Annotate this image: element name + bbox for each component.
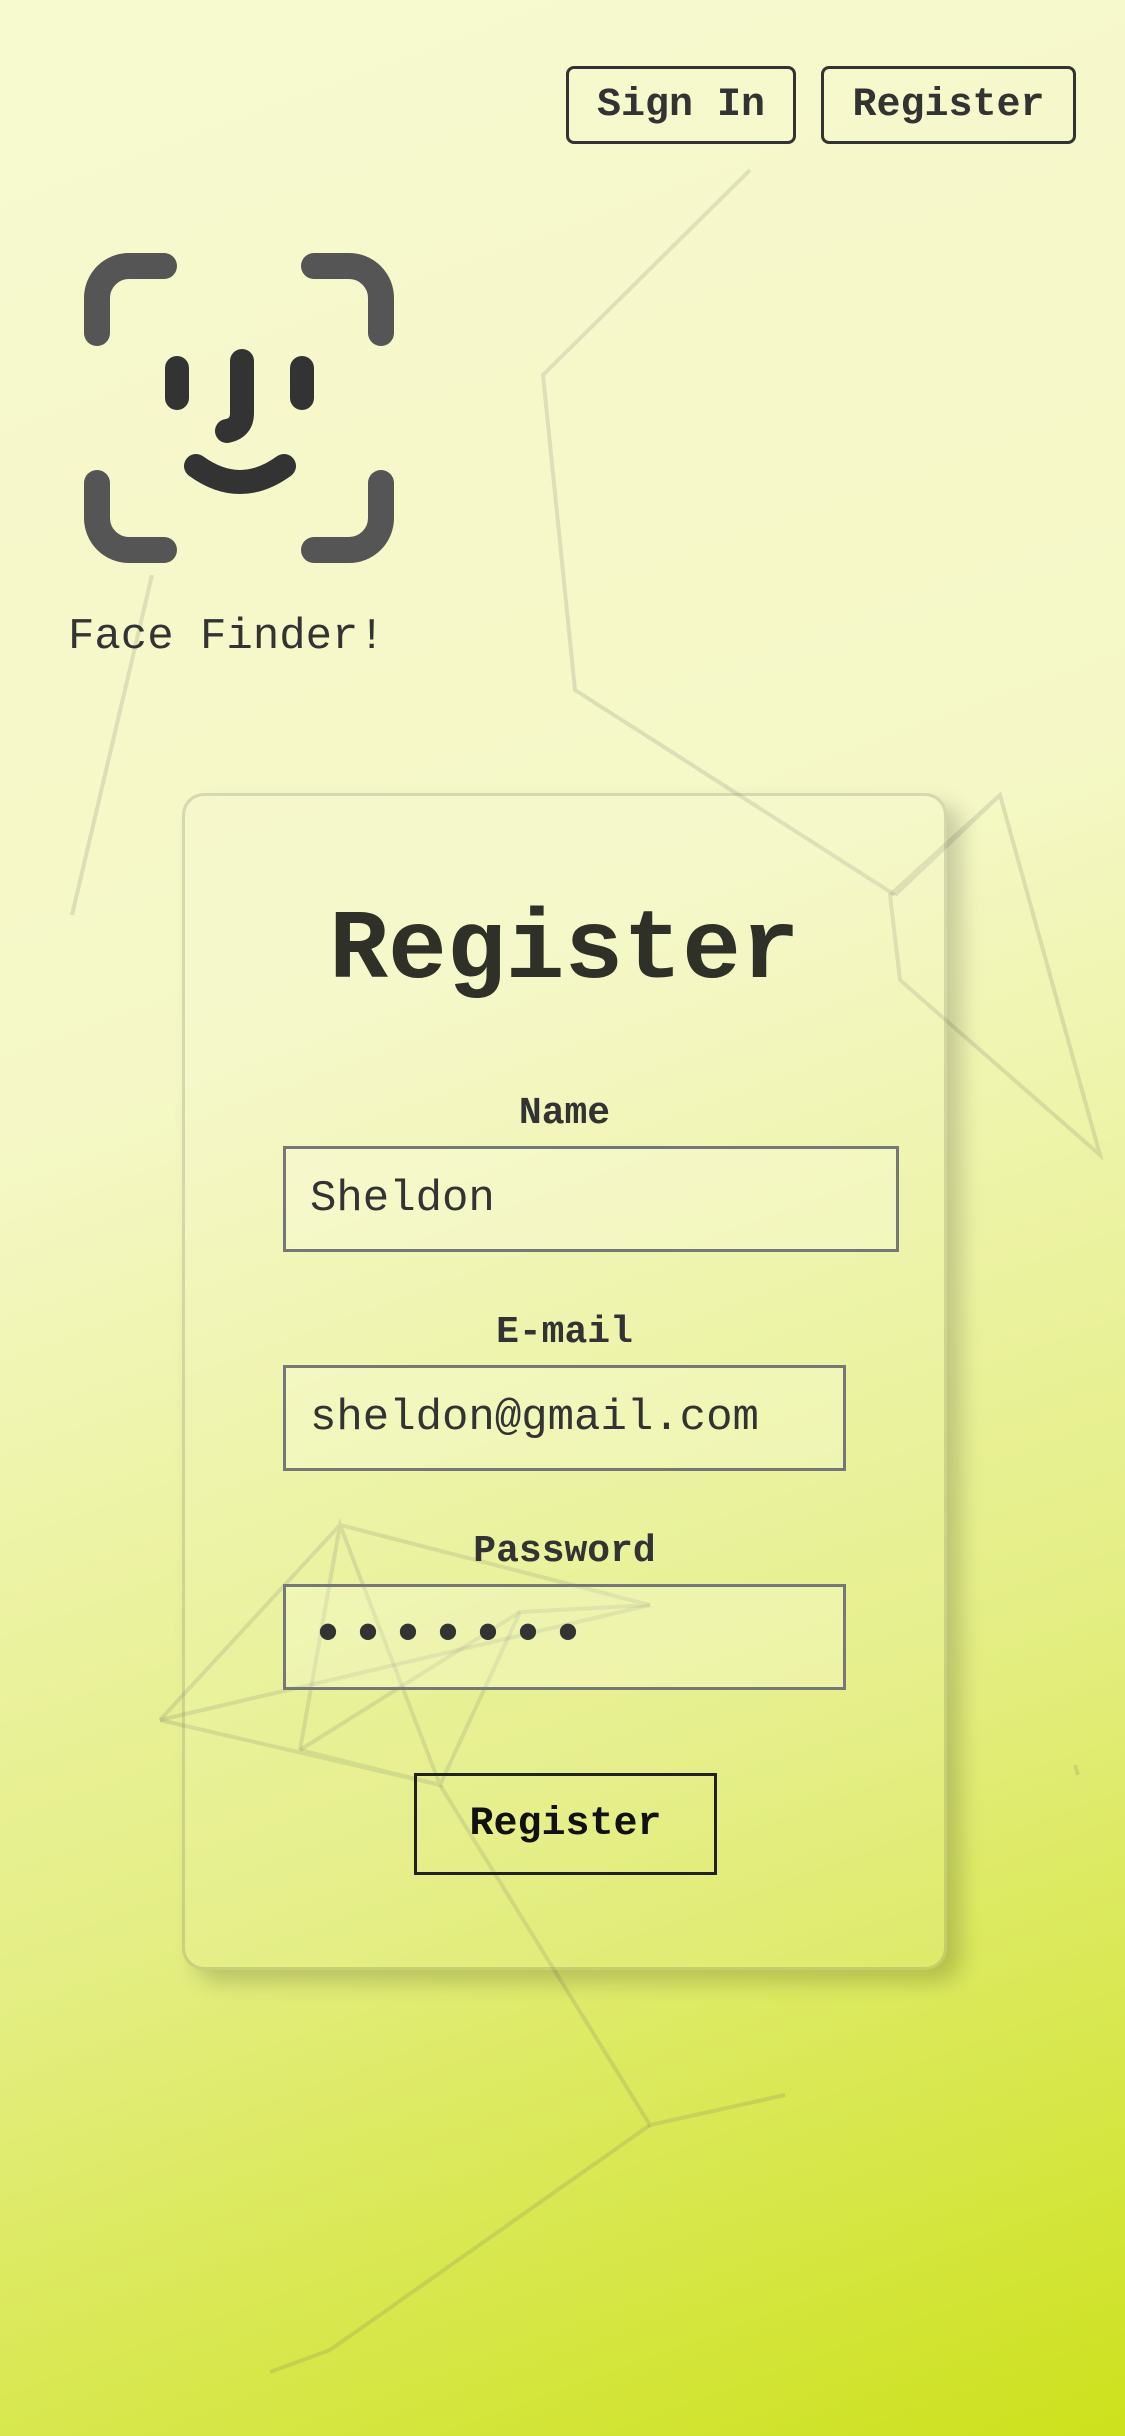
register-submit-button[interactable]: Register (414, 1773, 717, 1875)
password-input[interactable] (283, 1584, 846, 1690)
register-card: Register Name E-mail Password Register (182, 793, 947, 1970)
name-input[interactable] (283, 1146, 899, 1252)
email-label: E-mail (496, 1311, 633, 1354)
brand-name: Face Finder! (68, 612, 385, 662)
password-label: Password (473, 1530, 656, 1573)
register-nav-button[interactable]: Register (821, 66, 1076, 144)
form-title: Register (329, 896, 800, 1007)
sign-in-button[interactable]: Sign In (566, 66, 796, 144)
email-input[interactable] (283, 1365, 846, 1471)
name-label: Name (518, 1092, 611, 1135)
face-id-icon (84, 253, 394, 563)
top-nav: Sign In Register (566, 66, 1076, 144)
